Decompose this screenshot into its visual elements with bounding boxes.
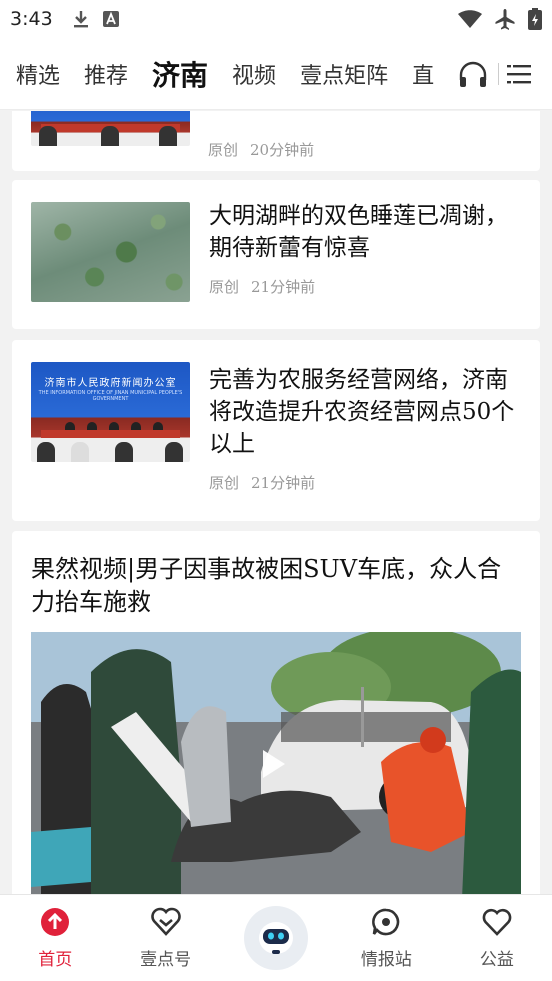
- status-notification-icons: [73, 10, 119, 28]
- news-meta: 原创 20分钟前: [208, 139, 314, 160]
- news-card[interactable]: 大明湖畔的双色睡莲已凋谢，期待新蕾有惊喜 原创 21分钟前: [12, 180, 540, 329]
- news-feed[interactable]: 原创 20分钟前 大明湖畔的双色睡莲已凋谢，期待新蕾有惊喜 原创 21分钟前 济南市…: [0, 111, 552, 894]
- chat-target-icon: [372, 908, 400, 935]
- news-time: 20分钟前: [250, 141, 315, 159]
- tab-shipin[interactable]: 视频: [232, 58, 276, 90]
- news-thumbnail: [31, 202, 190, 302]
- heart-icon: [482, 908, 512, 936]
- news-thumbnail: 济南市人民政府新闻办公室 THE INFORMATION OFFICE OF J…: [31, 362, 190, 462]
- news-title: 大明湖畔的双色睡莲已凋谢，期待新蕾有惊喜: [209, 203, 508, 261]
- news-meta: 原创 21分钟前: [209, 276, 522, 297]
- bottom-nav-label: 壹点号: [140, 949, 192, 970]
- download-icon: [73, 11, 88, 28]
- bottom-nav-label: 公益: [479, 949, 514, 970]
- news-title: 完善为农服务经营网络，济南将改造提升农资经营网点50个以上: [209, 367, 515, 457]
- nav-divider: [498, 62, 499, 85]
- thumbnail-banner-subtext: THE INFORMATION OFFICE OF JINAN MUNICIPA…: [38, 390, 183, 402]
- menu-icon[interactable]: [507, 63, 531, 85]
- thumbnail-banner-text: 济南市人民政府新闻办公室: [44, 378, 177, 389]
- airplane-icon: [495, 9, 515, 30]
- status-bar: 3:43: [0, 0, 552, 38]
- bottom-nav-label: 首页: [38, 949, 73, 970]
- play-icon[interactable]: [263, 750, 285, 778]
- news-source: 原创: [209, 474, 240, 492]
- tab-zhi[interactable]: 直: [412, 58, 434, 90]
- bottom-nav-robot[interactable]: [221, 895, 331, 981]
- bottom-nav-gongyi[interactable]: 公益: [442, 895, 552, 981]
- battery-icon: [528, 8, 542, 30]
- robot-icon[interactable]: [244, 906, 309, 970]
- news-meta: 原创 21分钟前: [209, 472, 522, 493]
- video-thumbnail[interactable]: [31, 632, 521, 894]
- home-up-arrow-icon: [41, 907, 70, 936]
- a-box-icon: [102, 11, 119, 27]
- tab-tuijian[interactable]: 推荐: [84, 58, 128, 90]
- bottom-nav: 首页 壹点号 情报站 公益: [0, 894, 552, 981]
- status-system-icons: [458, 8, 542, 30]
- tab-jingxuan[interactable]: 精选: [16, 58, 60, 90]
- wifi-icon: [458, 10, 482, 28]
- nav-actions: [440, 38, 552, 109]
- news-card-partial[interactable]: 原创 20分钟前: [12, 111, 540, 171]
- status-time: 3:43: [10, 8, 53, 30]
- news-card[interactable]: 济南市人民政府新闻办公室 THE INFORMATION OFFICE OF J…: [12, 340, 540, 521]
- news-source: 原创: [208, 141, 239, 159]
- tab-yidian-juzhen[interactable]: 壹点矩阵: [300, 58, 388, 90]
- channel-tabs: 精选 推荐 济南 视频 壹点矩阵 直: [0, 38, 440, 109]
- heart-chevron-icon: [150, 907, 181, 936]
- video-title: 果然视频|男子因事故被困SUV车底，众人合力抬车施救: [31, 555, 502, 616]
- bottom-nav-yidianhao[interactable]: 壹点号: [110, 895, 220, 981]
- tab-jinan[interactable]: 济南: [152, 54, 208, 94]
- news-source: 原创: [209, 278, 240, 296]
- news-time: 21分钟前: [251, 474, 316, 492]
- video-card[interactable]: 果然视频|男子因事故被困SUV车底，众人合力抬车施救: [12, 531, 540, 894]
- news-time: 21分钟前: [251, 278, 316, 296]
- news-thumbnail: [31, 111, 190, 146]
- bottom-nav-home[interactable]: 首页: [0, 895, 110, 981]
- channel-nav: 精选 推荐 济南 视频 壹点矩阵 直: [0, 38, 552, 110]
- headphones-icon[interactable]: [458, 60, 488, 88]
- bottom-nav-label: 情报站: [360, 949, 412, 970]
- bottom-nav-qingbaozhan[interactable]: 情报站: [331, 895, 441, 981]
